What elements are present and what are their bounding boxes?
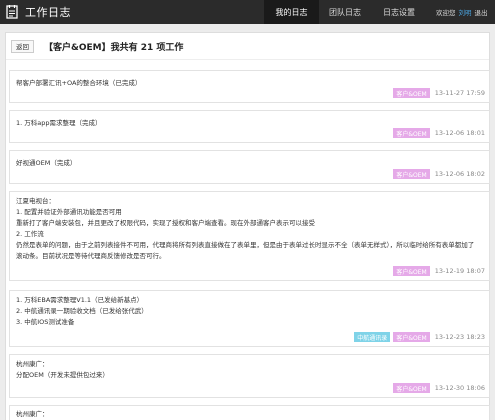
entry-text: 1. 配置并验证外部通讯功能是否可用: [16, 208, 122, 216]
entry-text: 1. 万科app需求整理（完成）: [16, 119, 102, 127]
entry-timestamp: 13-12-30 18:06: [434, 384, 485, 392]
entry-text: 滚动条。目前状况是等待代理商反馈修改是否可行。: [16, 252, 166, 260]
entry-text: 重新打了客户端安装包，并且更改了权限代码，实现了授权和客户端查看。现在外部通客户…: [16, 219, 315, 227]
entry-text: 仍然是表单的问题，由于之前列表接件不可用，代理商将所有列表直接做在了表单里，但是…: [16, 241, 475, 249]
entry-timestamp: 13-12-19 18:07: [434, 267, 485, 275]
category-tag[interactable]: 客户&OEM: [393, 88, 430, 98]
entry-footer: 中航通讯录 客户&OEM 13-12-23 18:23: [351, 332, 485, 342]
entry-footer: 客户&OEM 13-12-30 18:06: [390, 383, 485, 393]
log-entry: 1. 万科EBA需求整理V1.1（已发给新基点） 2. 中航通讯录一期验收文档（…: [9, 290, 490, 347]
category-tag[interactable]: 客户&OEM: [393, 383, 430, 393]
entry-text: 2. 工作流: [16, 230, 44, 238]
page-header: 返回 【客户&OEM】我共有 21 项工作: [6, 33, 489, 60]
category-tag[interactable]: 客户&OEM: [393, 169, 430, 179]
entry-timestamp: 13-11-27 17:59: [434, 89, 485, 97]
tab-log-settings[interactable]: 日志设置: [371, 0, 427, 24]
category-tag[interactable]: 客户&OEM: [393, 266, 430, 276]
log-entry: 杭州康广：: [9, 405, 490, 420]
entry-timestamp: 13-12-06 18:01: [434, 129, 485, 137]
tab-my-log[interactable]: 我的日志: [264, 0, 319, 24]
entry-text: 好视通OEM（完成）: [16, 159, 77, 167]
entry-footer: 客户&OEM 13-12-19 18:07: [390, 266, 485, 276]
entry-text: 分配OEM（开发未提供包过来）: [16, 371, 109, 379]
entry-text: 1. 万科EBA需求整理V1.1（已发给新基点）: [16, 296, 144, 304]
log-entry: 好视通OEM（完成） 客户&OEM 13-12-06 18:02: [9, 150, 490, 184]
entry-timestamp: 13-12-23 18:23: [434, 333, 485, 341]
welcome-text: 欢迎您: [436, 9, 456, 17]
log-entry: 1. 万科app需求整理（完成） 客户&OEM 13-12-06 18:01: [9, 110, 490, 143]
category-tag[interactable]: 客户&OEM: [393, 128, 430, 138]
notebook-icon: [5, 5, 19, 19]
entry-text: 江夏电视台：: [16, 197, 55, 205]
entry-text: 杭州康广：: [16, 410, 49, 418]
main-nav: 我的日志 团队日志 日志设置: [264, 0, 427, 24]
log-entry: 帮客户部署汇讯+OA的整合环境（已完成） 客户&OEM 13-11-27 17:…: [9, 70, 490, 103]
page-title: 【客户&OEM】我共有 21 项工作: [44, 42, 184, 53]
entry-footer: 客户&OEM 13-11-27 17:59: [390, 88, 485, 98]
log-entry: 江夏电视台： 1. 配置并验证外部通讯功能是否可用 重新打了客户端安装包，并且更…: [9, 191, 490, 281]
top-bar: 工作日志 我的日志 团队日志 日志设置 欢迎您 刘明 退出: [0, 0, 495, 24]
username-link[interactable]: 刘明: [459, 7, 472, 17]
entry-footer: 客户&OEM 13-12-06 18:01: [390, 128, 485, 138]
entry-text: 3. 中航IOS测试准备: [16, 318, 75, 326]
category-tag[interactable]: 客户&OEM: [393, 332, 430, 342]
entry-footer: 客户&OEM 13-12-06 18:02: [390, 169, 485, 179]
category-tag[interactable]: 中航通讯录: [354, 332, 391, 342]
entry-timestamp: 13-12-06 18:02: [434, 170, 485, 178]
back-button[interactable]: 返回: [11, 39, 34, 53]
log-entry: 杭州康广： 分配OEM（开发未提供包过来） 客户&OEM 13-12-30 18…: [9, 354, 490, 398]
entry-text: 帮客户部署汇讯+OA的整合环境（已完成）: [16, 79, 142, 87]
tab-team-log[interactable]: 团队日志: [319, 0, 371, 24]
user-area: 欢迎您 刘明 退出: [436, 0, 488, 24]
logout-link[interactable]: 退出: [475, 7, 488, 17]
entry-text: 2. 中航通讯录一期验收文档（已发给张代武）: [16, 307, 148, 315]
app-title: 工作日志: [25, 6, 71, 19]
entry-text: 杭州康广：: [16, 360, 49, 368]
